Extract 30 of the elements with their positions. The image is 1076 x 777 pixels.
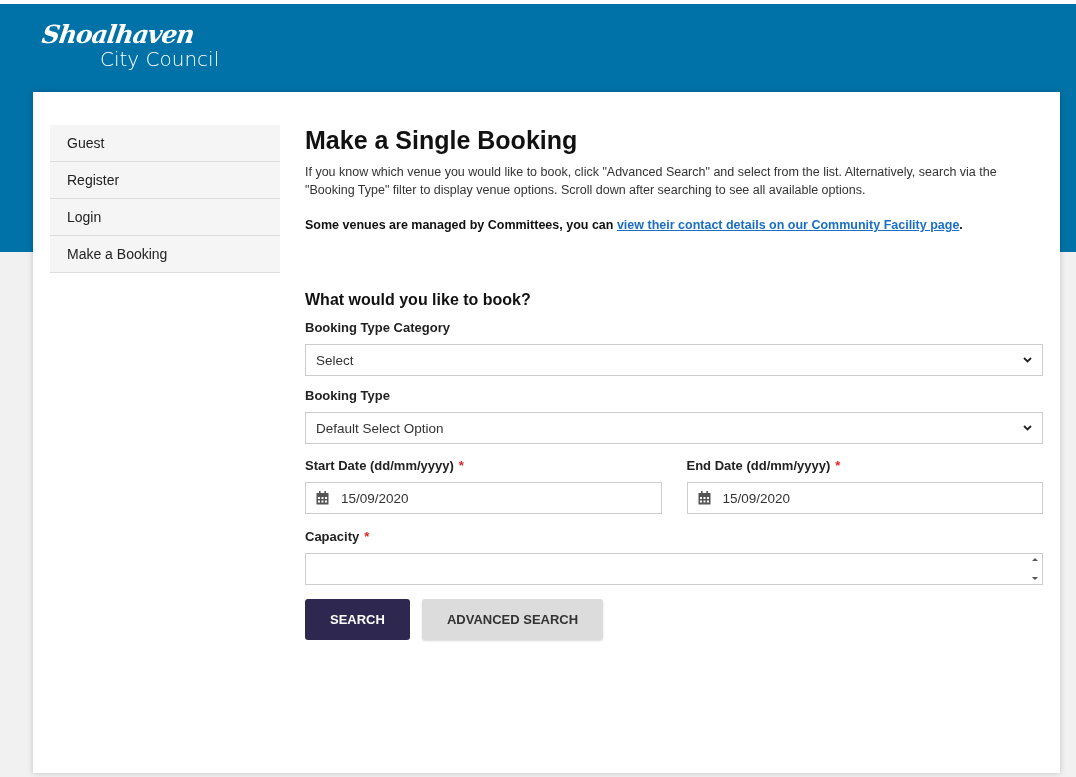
field-label: End Date (dd/mm/yyyy) bbox=[686, 458, 831, 473]
advanced-search-button[interactable]: ADVANCED SEARCH bbox=[421, 599, 604, 640]
sidebar-item[interactable]: Make a Booking bbox=[50, 236, 280, 273]
required-mark: * bbox=[458, 458, 464, 473]
dropdown-field[interactable]: Select bbox=[305, 344, 1043, 376]
sidebar-item[interactable]: Register bbox=[50, 162, 280, 199]
sidebar-item[interactable]: Login bbox=[50, 199, 280, 236]
sidebar-item[interactable]: Guest bbox=[50, 125, 280, 162]
logo-subtitle: City Council bbox=[100, 48, 221, 70]
field-label: Start Date (dd/mm/yyyy) bbox=[305, 458, 454, 473]
date-field[interactable]: 15/09/2020 bbox=[686, 482, 1043, 514]
chevron-down-icon bbox=[1023, 357, 1032, 363]
required-mark: * bbox=[835, 458, 841, 473]
calendar-icon bbox=[697, 491, 711, 505]
required-mark: * bbox=[364, 529, 370, 544]
capacity-field[interactable] bbox=[305, 553, 1043, 585]
field-label: Booking Type bbox=[305, 388, 390, 403]
committee-note: Some venues are managed by Committees, you can view their contact details on our Community Facility page. bbox=[305, 218, 964, 232]
calendar-icon bbox=[316, 491, 329, 505]
date-field[interactable]: 15/09/2020 bbox=[305, 482, 662, 514]
page-title: Make a Single Booking bbox=[305, 125, 579, 155]
field-label: Booking Type Category bbox=[305, 320, 450, 335]
field-label: Capacity bbox=[305, 529, 360, 544]
chevron-down-icon bbox=[1023, 425, 1032, 431]
spinner-arrows-icon bbox=[1031, 555, 1039, 583]
dropdown-field[interactable]: Default Select Option bbox=[305, 412, 1043, 444]
logo-script-text: Shoalhaven bbox=[40, 22, 196, 48]
intro-paragraph: If you know which venue you would like to book, click "Advanced Search" and select from the list. Alternatively, search via the "Booking Type" filter to display venue options. Scroll down after searching to see all available options. bbox=[305, 164, 998, 199]
form-heading: What would you like to book? bbox=[305, 290, 532, 310]
search-button[interactable]: SEARCH bbox=[305, 599, 410, 640]
